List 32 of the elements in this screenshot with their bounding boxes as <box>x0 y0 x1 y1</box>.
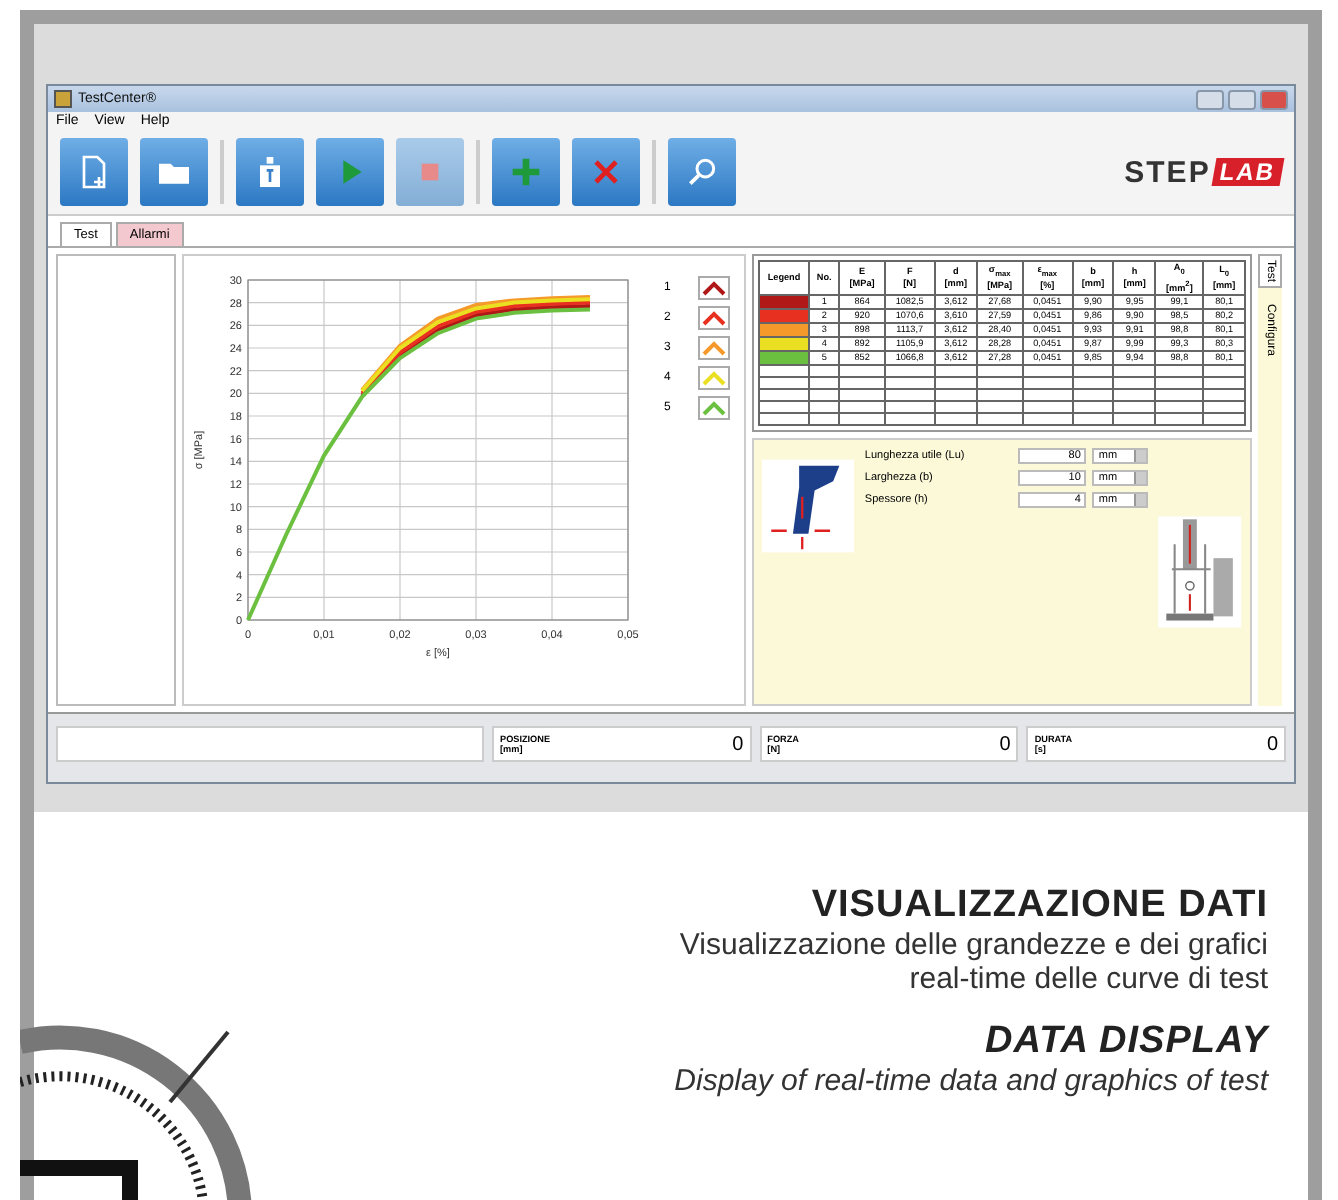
section-title: VISUALIZZAZIONE DATI <box>809 884 1268 928</box>
status-value: 0 <box>999 733 1011 755</box>
legend-swatch-icon <box>698 396 731 420</box>
section-description: Visualizzazione delle grandezze e dei grafici real-time delle curve di test <box>677 928 1268 996</box>
status-value: 0 <box>732 733 744 755</box>
status-value: 0 <box>1266 733 1279 755</box>
search-icon <box>689 158 716 185</box>
stop-icon <box>421 163 439 181</box>
app-icon <box>54 90 72 108</box>
toolbar-button[interactable] <box>492 138 560 206</box>
legend-swatch-icon <box>698 336 731 360</box>
section-description: Display of real-time data and graphics of test <box>674 1064 1268 1098</box>
toolbar-button[interactable] <box>316 138 384 206</box>
toolbar-button[interactable] <box>572 138 640 206</box>
legend-swatch-icon <box>698 276 731 300</box>
toolbar-button[interactable] <box>60 138 128 206</box>
section-title: DATA DISPLAY <box>983 1020 1268 1064</box>
new-file-icon <box>82 155 106 189</box>
folder-icon <box>159 163 189 184</box>
toolbar-button[interactable] <box>236 138 304 206</box>
plus-icon <box>512 158 540 186</box>
legend-swatch-icon <box>698 306 731 330</box>
minimize-button[interactable] <box>1196 89 1224 109</box>
maximize-button[interactable] <box>1228 89 1256 109</box>
delete-icon <box>594 160 618 184</box>
logo: STEP LAB <box>1124 155 1282 189</box>
toolbar-button[interactable] <box>140 138 208 206</box>
play-icon <box>343 160 362 184</box>
legend-swatch-icon <box>698 366 731 390</box>
close-button[interactable] <box>1260 89 1288 109</box>
toolbar-button[interactable] <box>668 138 736 206</box>
weight-icon <box>260 157 280 187</box>
